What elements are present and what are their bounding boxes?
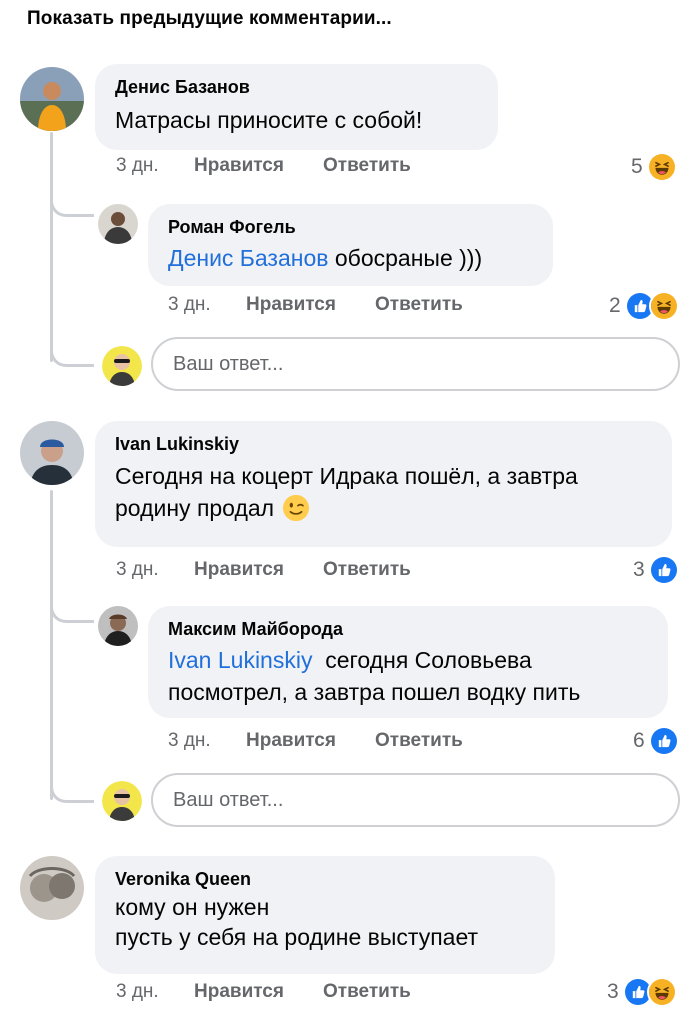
comment-author[interactable]: Денис Базанов [115,76,478,98]
show-previous-comments-link[interactable]: Показать предыдущие комментарии... [27,8,392,30]
comment-time[interactable]: 3 дн. [116,981,159,1003]
comment-text: пусть у себя на родине выступает [115,924,479,950]
reply-bubble: Максим Майборода Ivan Lukinskiy сегодня … [148,606,668,718]
avatar[interactable] [98,606,138,646]
comment-text: посмотрел, а завтра пошел водку пить [168,679,581,705]
comment-actions: 3 дн. Нравится Ответить [168,730,488,754]
reaction-summary[interactable]: 6 [633,724,679,758]
reply-input[interactable]: Ваш ответ... [151,773,680,827]
comment-text: кому он нужен [115,894,270,920]
avatar[interactable] [20,421,84,485]
reply-button[interactable]: Ответить [375,294,463,316]
mention-link[interactable]: Денис Базанов [168,245,328,271]
like-icon [648,726,679,756]
comment-bubble: Ivan Lukinskiy Сегодня на коцерт Идрака … [95,421,672,547]
comment-time[interactable]: 3 дн. [116,559,159,581]
comment-text: Сегодня на коцерт Идрака пошёл, а завтра [115,463,578,489]
comment-text: родину продал [115,492,652,524]
avatar [102,346,142,386]
thread-connector [74,800,94,803]
avatar[interactable] [20,856,84,920]
reply-button[interactable]: Ответить [323,981,411,1003]
thread-connector [74,620,94,623]
reply-input[interactable]: Ваш ответ... [151,337,680,391]
comment-bubble: Денис Базанов Матрасы приносите с собой! [95,64,498,150]
haha-icon [646,977,677,1007]
thread-connector [50,345,76,367]
reply-button[interactable]: Ответить [323,155,411,177]
haha-icon [648,291,679,321]
haha-icon [646,152,677,182]
avatar[interactable] [98,204,138,244]
thread-connector [50,781,76,803]
thread-line [50,132,53,362]
comment-actions: 3 дн. Нравится Ответить [116,981,436,1005]
like-button[interactable]: Нравится [194,559,284,581]
reply-placeholder: Ваш ответ... [173,788,284,811]
thread-connector [50,195,76,217]
reply-button[interactable]: Ответить [323,559,411,581]
comment-text: Денис Базанов обосраные ))) [168,245,483,271]
comment-author[interactable]: Максим Майборода [168,618,648,640]
reaction-summary[interactable]: 2 [609,289,679,323]
comment-actions: 3 дн. Нравится Ответить [116,155,436,179]
comment-text: Ivan Lukinskiy сегодня Соловьева [168,647,532,673]
reaction-summary[interactable]: 5 [631,150,677,184]
comment-text: Матрасы приносите с собой! [115,107,423,133]
comment-bubble: Veronika Queen кому он нужен пусть у себ… [95,856,555,974]
reply-button[interactable]: Ответить [375,730,463,752]
comment-actions: 3 дн. Нравится Ответить [168,294,488,318]
reaction-count: 5 [631,155,643,178]
like-button[interactable]: Нравится [194,155,284,177]
thread-connector [74,214,94,217]
reply-placeholder: Ваш ответ... [173,352,284,375]
comment-actions: 3 дн. Нравится Ответить [116,559,436,583]
reaction-count: 6 [633,729,645,752]
thread-connector [74,364,94,367]
like-button[interactable]: Нравится [246,294,336,316]
reaction-count: 2 [609,294,621,317]
comment-author[interactable]: Ivan Lukinskiy [115,433,652,455]
comment-time[interactable]: 3 дн. [168,730,211,752]
thread-connector [50,601,76,623]
thread-line [50,490,53,800]
like-button[interactable]: Нравится [194,981,284,1003]
like-button[interactable]: Нравится [246,730,336,752]
reaction-summary[interactable]: 3 [633,553,679,587]
wink-emoji [282,494,310,522]
reply-bubble: Роман Фогель Денис Базанов обосраные ))) [148,204,553,286]
reaction-count: 3 [607,980,619,1003]
reaction-summary[interactable]: 3 [607,975,677,1009]
like-icon [648,555,679,585]
avatar[interactable] [20,67,84,131]
avatar [102,781,142,821]
mention-link[interactable]: Ivan Lukinskiy [168,647,312,673]
reaction-count: 3 [633,558,645,581]
comment-author[interactable]: Veronika Queen [115,868,535,890]
comment-time[interactable]: 3 дн. [116,155,159,177]
comment-author[interactable]: Роман Фогель [168,216,533,238]
comment-time[interactable]: 3 дн. [168,294,211,316]
